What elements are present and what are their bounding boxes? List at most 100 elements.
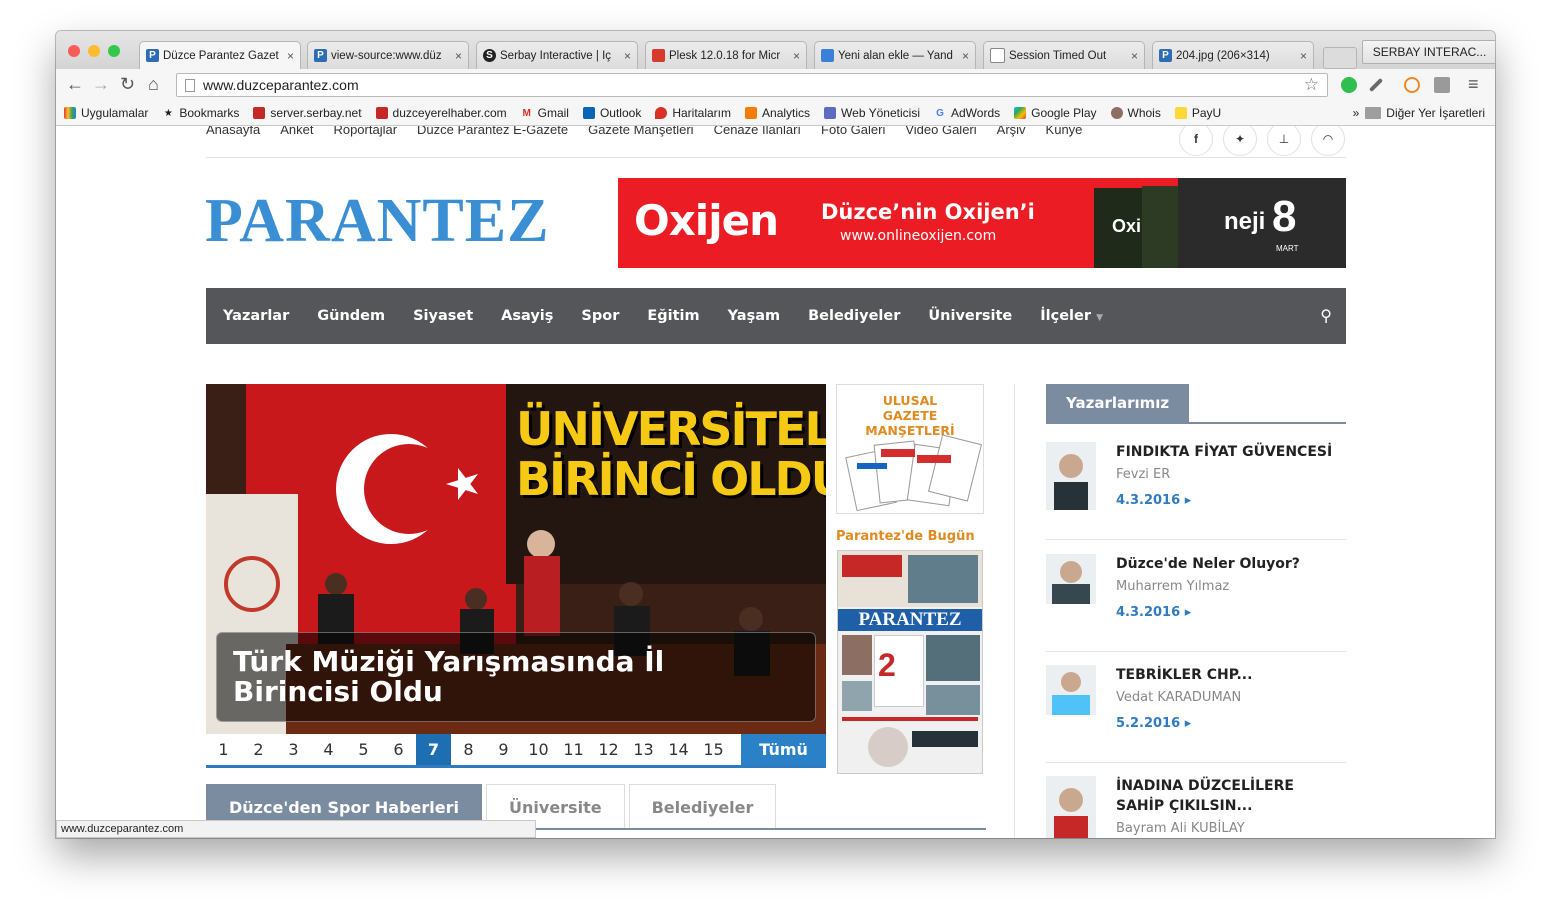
nav-item[interactable]: Yaşam — [714, 308, 794, 324]
tab-close-icon[interactable]: × — [1131, 49, 1138, 63]
bookmark-item[interactable]: M Gmail — [521, 106, 569, 120]
author-item[interactable]: İNADINA DÜZCELİLERE SAHİP ÇIKILSIN... Ba… — [1046, 776, 1346, 838]
slide-page[interactable]: 6 — [381, 734, 416, 765]
slider-caption[interactable]: Türk Müziği Yarışmasında İl Birincisi Ol… — [216, 632, 816, 722]
slide-page-active[interactable]: 7 — [416, 734, 451, 765]
bookmark-item[interactable]: Haritalarım — [655, 106, 731, 120]
tab-close-icon[interactable]: × — [793, 49, 800, 63]
bookmark-item[interactable]: duzceyerelhaber.com — [375, 106, 507, 120]
nav-item[interactable]: Yazarlar — [209, 308, 303, 324]
nav-item[interactable]: Spor — [567, 308, 633, 324]
author-item[interactable]: Düzce'de Neler Oluyor? Muharrem Yılmaz 4… — [1046, 554, 1346, 654]
other-bookmarks-folder[interactable]: Diğer Yer İşaretleri — [1365, 106, 1485, 120]
slide-page[interactable]: 9 — [486, 734, 521, 765]
author-item[interactable]: FINDIKTA FİYAT GÜVENCESİ Fevzi ER 4.3.20… — [1046, 442, 1346, 542]
slide-page[interactable]: 8 — [451, 734, 486, 765]
slide-page[interactable]: 4 — [311, 734, 346, 765]
author-item[interactable]: TEBRİKLER CHP... Vedat KARADUMAN 5.2.201… — [1046, 665, 1346, 765]
national-headlines-box[interactable]: ULUSAL GAZETE MANŞETLERİ — [836, 384, 984, 514]
slide-page[interactable]: 5 — [346, 734, 381, 765]
tab-close-icon[interactable]: × — [455, 49, 462, 63]
bookmark-item[interactable]: G AdWords — [934, 106, 1000, 120]
browser-tab-3[interactable]: Plesk 12.0.18 for Micr × — [645, 41, 807, 69]
browser-tab-4[interactable]: Yeni alan ekle — Yand × — [814, 41, 976, 69]
address-bar[interactable]: www.duzceparantez.com ☆ — [176, 73, 1328, 97]
topnav-link[interactable]: Anket — [280, 126, 313, 137]
nav-item[interactable]: Asayiş — [487, 308, 567, 324]
oxijen-banner-ad[interactable]: Oxijen Düzce’nin Oxijen’i www.onlineoxij… — [618, 178, 1346, 268]
author-article-title[interactable]: İNADINA DÜZCELİLERE SAHİP ÇIKILSIN... — [1116, 776, 1346, 816]
back-arrow-icon[interactable]: ← — [66, 74, 84, 95]
slide-page[interactable]: 2 — [241, 734, 276, 765]
nav-item-ilceler[interactable]: İlçeler ▼ — [1026, 308, 1117, 324]
bookmark-item[interactable]: Outlook — [582, 106, 641, 120]
author-article-title[interactable]: Düzce'de Neler Oluyor? — [1116, 554, 1346, 574]
slide-page[interactable]: 15 — [696, 734, 731, 765]
bookmark-apps[interactable]: Uygulamalar — [64, 106, 148, 120]
new-tab-button[interactable] — [1323, 47, 1357, 69]
site-logo[interactable]: PARANTEZ — [205, 186, 549, 257]
topnav-link[interactable]: Röportajlar — [333, 126, 397, 137]
topnav-link[interactable]: Düzce Parantez E-Gazete — [417, 126, 568, 137]
browser-tab-5[interactable]: Session Timed Out × — [983, 41, 1145, 69]
slide-page[interactable]: 12 — [591, 734, 626, 765]
all-slides-button[interactable]: Tümü — [741, 734, 826, 765]
browser-tab-1[interactable]: P view-source:www.düz × — [307, 41, 469, 69]
bookmark-item[interactable]: Analytics — [745, 106, 810, 120]
topnav-link[interactable]: Video Galeri — [905, 126, 976, 137]
nav-item[interactable]: Belediyeler — [794, 308, 914, 324]
tab-close-icon[interactable]: × — [962, 49, 969, 63]
nav-item[interactable]: Eğitim — [633, 308, 713, 324]
bookmark-item[interactable]: server.serbay.net — [253, 106, 362, 120]
zoom-window-button[interactable] — [108, 45, 120, 57]
bookmark-star-icon[interactable]: ☆ — [1304, 75, 1319, 95]
bookmark-item[interactable]: ★ Bookmarks — [162, 106, 240, 120]
nav-item[interactable]: Gündem — [303, 308, 399, 324]
page-info-icon[interactable] — [185, 79, 195, 92]
search-icon[interactable]: ⚲ — [1320, 306, 1332, 325]
slide-page[interactable]: 10 — [521, 734, 556, 765]
tab-belediyeler[interactable]: Belediyeler — [628, 784, 777, 829]
extension-icon[interactable] — [1434, 77, 1450, 93]
nav-item[interactable]: Üniversite — [914, 308, 1026, 324]
slide-page[interactable]: 11 — [556, 734, 591, 765]
profile-button[interactable]: SERBAY INTERAC... — [1362, 40, 1495, 64]
twitter-icon[interactable]: ✦ — [1223, 126, 1257, 156]
topnav-link[interactable]: Künye — [1046, 126, 1083, 137]
bookmark-item[interactable]: Google Play — [1014, 106, 1097, 120]
eyedropper-icon[interactable] — [1368, 77, 1384, 93]
close-window-button[interactable] — [68, 45, 80, 57]
browser-tab-2[interactable]: S Serbay Interactive | İç × — [476, 41, 638, 69]
bookmark-item[interactable]: Whois — [1110, 106, 1161, 120]
bookmarks-overflow-button[interactable]: » — [1353, 106, 1360, 120]
rss-icon[interactable]: ◠ — [1311, 126, 1345, 156]
topnav-link[interactable]: Anasayfa — [206, 126, 260, 137]
tab-close-icon[interactable]: × — [287, 49, 294, 63]
slide-page[interactable]: 3 — [276, 734, 311, 765]
minimize-window-button[interactable] — [88, 45, 100, 57]
bookmark-item[interactable]: PayU — [1174, 106, 1221, 120]
topnav-link[interactable]: Foto Galeri — [821, 126, 885, 137]
sitemap-icon[interactable]: ⊥ — [1267, 126, 1301, 156]
slide-page[interactable]: 14 — [661, 734, 696, 765]
facebook-icon[interactable]: f — [1179, 126, 1213, 156]
tab-close-icon[interactable]: × — [1300, 49, 1307, 63]
forward-arrow-icon[interactable]: → — [92, 74, 110, 95]
topnav-link[interactable]: Gazete Manşetleri — [588, 126, 694, 137]
author-article-title[interactable]: FINDIKTA FİYAT GÜVENCESİ — [1116, 442, 1346, 462]
slide-page[interactable]: 13 — [626, 734, 661, 765]
newspaper-frontpage-image[interactable]: PARANTEZ 2 — [837, 550, 983, 774]
browser-tab-0[interactable]: P Düzce Parantez Gazet × — [139, 41, 301, 69]
topnav-link[interactable]: Arşiv — [997, 126, 1026, 137]
slide-page[interactable]: 1 — [206, 734, 241, 765]
author-article-title[interactable]: TEBRİKLER CHP... — [1116, 665, 1346, 685]
tab-close-icon[interactable]: × — [624, 49, 631, 63]
home-icon[interactable]: ⌂ — [148, 74, 159, 95]
green-extension-icon[interactable] — [1341, 77, 1357, 93]
menu-icon[interactable]: ≡ — [1468, 74, 1479, 95]
bookmark-item[interactable]: Web Yöneticisi — [824, 106, 920, 120]
browser-tab-6[interactable]: P 204.jpg (206×314) × — [1152, 41, 1314, 69]
headline-slider[interactable]: ÜNİVERSİTELİ BİRİNCİ OLDU Türk Müziği Ya… — [206, 384, 826, 734]
nav-item[interactable]: Siyaset — [399, 308, 487, 324]
b-extension-icon[interactable] — [1404, 77, 1420, 93]
